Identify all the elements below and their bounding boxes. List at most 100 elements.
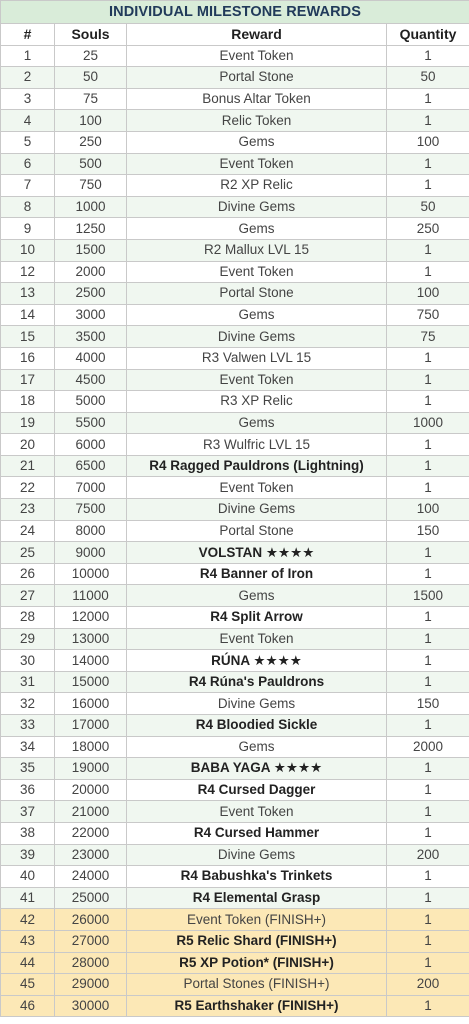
table-row: 18 5000 R3 XP Relic 1 (0, 390, 469, 413)
quantity-cell: 200 (385, 973, 469, 996)
reward-cell: Divine Gems (126, 325, 387, 348)
table-body: 1 25 Event Token 1 2 50 Portal Stone 50 3 75 Bonus… (0, 44, 469, 1018)
column-header-souls: Souls (54, 23, 127, 46)
quantity-cell: 1 (385, 390, 469, 413)
souls-cell: 26000 (54, 908, 127, 931)
quantity-cell: 1 (385, 929, 469, 953)
reward-cell: Event Token (126, 368, 387, 392)
quantity-cell: 1 (385, 951, 469, 975)
table-row: 42 26000 Event Token (FINISH+) 1 (0, 908, 469, 931)
reward-cell: R3 XP Relic (126, 390, 387, 413)
souls-cell: 18000 (54, 735, 127, 759)
title-row: INDIVIDUAL MILESTONE REWARDS (0, 0, 469, 24)
table-row: 45 29000 Portal Stones (FINISH+) 200 (0, 973, 469, 996)
souls-cell: 1000 (54, 195, 127, 219)
quantity-cell: 100 (385, 130, 469, 154)
row-number-cell: 42 (0, 908, 55, 931)
souls-cell: 2000 (54, 260, 127, 284)
souls-cell: 100 (54, 109, 127, 132)
quantity-cell: 250 (385, 217, 469, 240)
table-row: 20 6000 R3 Wulfric LVL 15 1 (0, 433, 469, 456)
row-number-cell: 39 (0, 843, 55, 867)
milestone-rewards-table: INDIVIDUAL MILESTONE REWARDS # Souls Rew… (0, 0, 469, 1018)
reward-cell: R4 Babushka's Trinkets (126, 865, 387, 888)
row-number-cell: 3 (0, 87, 55, 111)
row-number-cell: 44 (0, 951, 55, 975)
quantity-cell: 1 (385, 87, 469, 111)
reward-cell: R2 Mallux LVL 15 (126, 238, 387, 262)
quantity-cell: 1 (385, 260, 469, 284)
reward-cell: Gems (126, 303, 387, 327)
reward-cell: R5 XP Potion* (FINISH+) (126, 951, 387, 975)
souls-cell: 25000 (54, 886, 127, 910)
row-number-cell: 31 (0, 670, 55, 694)
reward-cell: R4 Cursed Hammer (126, 821, 387, 845)
row-number-cell: 12 (0, 260, 55, 284)
table-row: 31 15000 R4 Rúna's Pauldrons 1 (0, 670, 469, 694)
row-number-cell: 43 (0, 929, 55, 953)
souls-cell: 22000 (54, 821, 127, 845)
quantity-cell: 100 (385, 498, 469, 521)
reward-cell: Divine Gems (126, 195, 387, 219)
reward-cell: R4 Elemental Grasp (126, 886, 387, 910)
quantity-cell: 50 (385, 66, 469, 89)
quantity-cell: 1 (385, 757, 469, 780)
souls-cell: 50 (54, 66, 127, 89)
reward-cell: Event Token (126, 44, 387, 68)
quantity-cell: 75 (385, 325, 469, 348)
souls-cell: 4000 (54, 346, 127, 370)
reward-cell: Portal Stone (126, 519, 387, 543)
row-number-cell: 45 (0, 973, 55, 996)
table-row: 37 21000 Event Token 1 (0, 800, 469, 823)
table-row: 26 10000 R4 Banner of Iron 1 (0, 562, 469, 586)
table-row: 39 23000 Divine Gems 200 (0, 843, 469, 867)
table-row: 17 4500 Event Token 1 (0, 368, 469, 392)
table-row: 41 25000 R4 Elemental Grasp 1 (0, 886, 469, 910)
reward-cell: BABA YAGA ★★★★ (126, 757, 387, 780)
table-row: 22 7000 Event Token 1 (0, 476, 469, 500)
souls-cell: 17000 (54, 714, 127, 737)
souls-cell: 4500 (54, 368, 127, 392)
header-row: # Souls Reward Quantity (0, 23, 469, 46)
row-number-cell: 15 (0, 325, 55, 348)
row-number-cell: 23 (0, 498, 55, 521)
quantity-cell: 1 (385, 778, 469, 802)
quantity-cell: 1 (385, 368, 469, 392)
quantity-cell: 1 (385, 238, 469, 262)
souls-cell: 15000 (54, 670, 127, 694)
quantity-cell: 1 (385, 562, 469, 586)
table-row: 44 28000 R5 XP Potion* (FINISH+) 1 (0, 951, 469, 975)
table-row: 19 5500 Gems 1000 (0, 411, 469, 435)
row-number-cell: 27 (0, 584, 55, 608)
souls-cell: 250 (54, 130, 127, 154)
souls-cell: 8000 (54, 519, 127, 543)
table-row: 14 3000 Gems 750 (0, 303, 469, 327)
table-row: 34 18000 Gems 2000 (0, 735, 469, 759)
row-number-cell: 17 (0, 368, 55, 392)
reward-cell: Gems (126, 411, 387, 435)
row-number-cell: 33 (0, 714, 55, 737)
souls-cell: 6000 (54, 433, 127, 456)
table-row: 40 24000 R4 Babushka's Trinkets 1 (0, 865, 469, 888)
row-number-cell: 29 (0, 627, 55, 651)
reward-cell: R4 Bloodied Sickle (126, 714, 387, 737)
column-header-reward: Reward (126, 23, 387, 46)
quantity-cell: 150 (385, 519, 469, 543)
souls-cell: 3000 (54, 303, 127, 327)
row-number-cell: 8 (0, 195, 55, 219)
reward-cell: Event Token (126, 476, 387, 500)
souls-cell: 1500 (54, 238, 127, 262)
table-row: 2 50 Portal Stone 50 (0, 66, 469, 89)
row-number-cell: 38 (0, 821, 55, 845)
reward-cell: Event Token (126, 152, 387, 176)
row-number-cell: 4 (0, 109, 55, 132)
quantity-cell: 1 (385, 454, 469, 478)
reward-cell: Event Token (126, 627, 387, 651)
row-number-cell: 16 (0, 346, 55, 370)
table-row: 43 27000 R5 Relic Shard (FINISH+) 1 (0, 929, 469, 953)
reward-cell: R3 Valwen LVL 15 (126, 346, 387, 370)
souls-cell: 23000 (54, 843, 127, 867)
reward-cell: R5 Relic Shard (FINISH+) (126, 929, 387, 953)
row-number-cell: 5 (0, 130, 55, 154)
quantity-cell: 1500 (385, 584, 469, 608)
